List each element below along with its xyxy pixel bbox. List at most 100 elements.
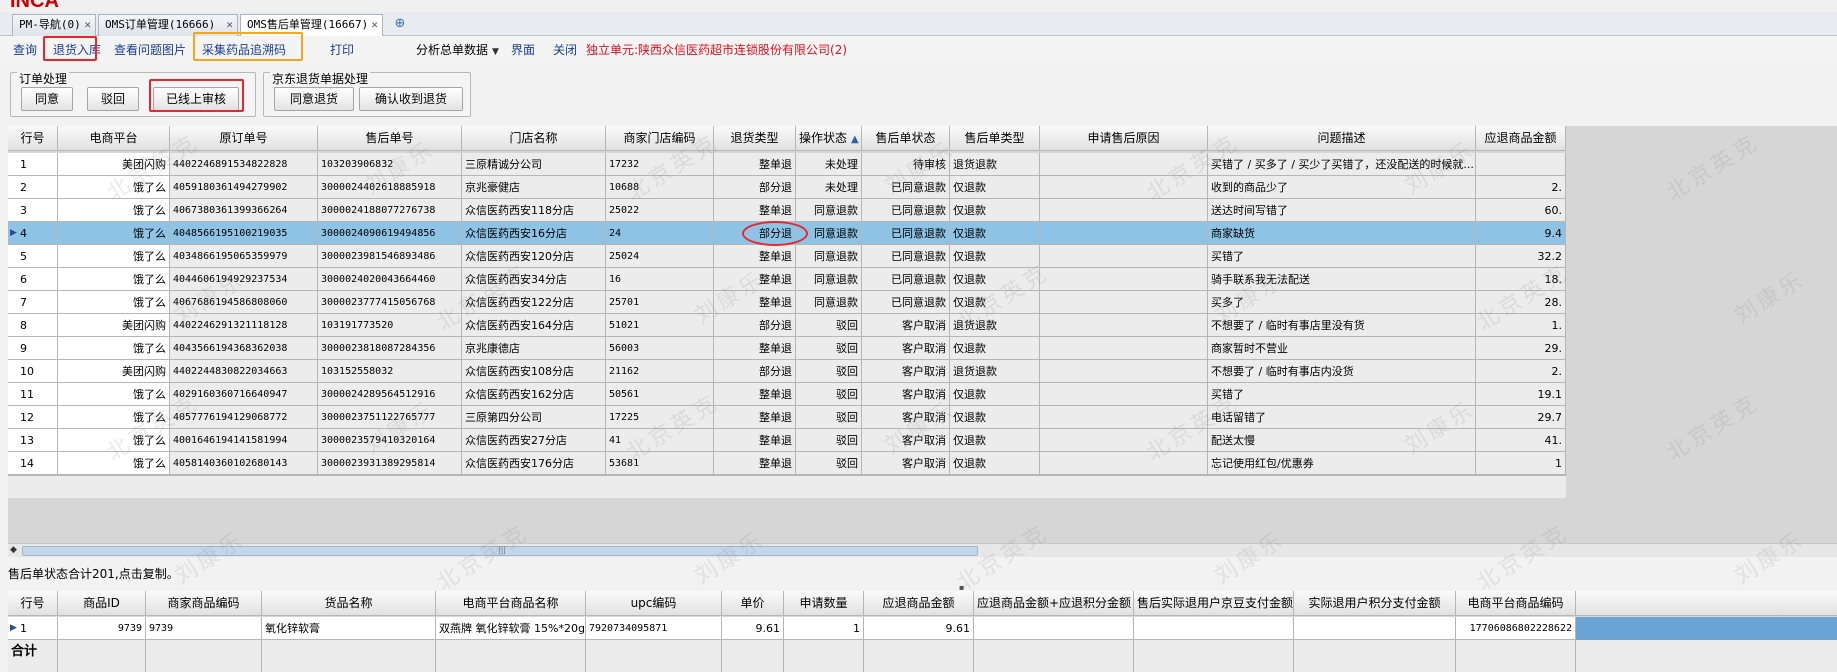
table-cell: 驳回 — [796, 337, 862, 360]
agree-button[interactable]: 同意 — [21, 87, 73, 111]
table-cell: 饿了么 — [58, 245, 170, 268]
column-header[interactable]: 售后实际退用户京豆支付金额 — [1134, 591, 1294, 616]
column-header[interactable]: 应退商品金额 — [864, 591, 974, 616]
column-header[interactable]: 电商平台商品名称 — [436, 591, 586, 616]
table-cell: 3000023981546893486 — [318, 245, 462, 268]
table-cell: 5 — [8, 245, 58, 268]
table-cell: 饿了么 — [58, 406, 170, 429]
print-button[interactable]: 打印 — [330, 41, 354, 59]
column-header[interactable]: 行号 — [8, 591, 58, 616]
table-row[interactable]: 14 饿了么 4058140360102680143 3000023931389295… — [8, 452, 1566, 475]
agree-return-button[interactable]: 同意退货 — [274, 87, 354, 111]
table-cell: 众信医药西安118分店 — [462, 199, 606, 222]
table-row[interactable]: 11 饿了么 4029160360716640947 3000024289564512… — [8, 383, 1566, 406]
column-header[interactable]: 实际退用户积分支付金额 — [1294, 591, 1456, 616]
column-header[interactable]: 货品名称 — [262, 591, 436, 616]
table-cell: 28. — [1476, 291, 1566, 314]
table-row[interactable]: 8 美团闪购 4402246291321118128 103191773520 众信医药… — [8, 314, 1566, 337]
summary-copy-link[interactable]: 售后单状态合计201,点击复制。 — [8, 565, 179, 583]
column-header[interactable]: 退货类型 — [714, 126, 796, 151]
table-cell: 29. — [1476, 337, 1566, 360]
table-cell: 饿了么 — [58, 222, 170, 245]
column-header[interactable]: 售后单号 — [318, 126, 462, 151]
table-row[interactable]: 1 美团闪购 4402246891534822828 103203906832 三原精诚… — [8, 153, 1566, 176]
column-header[interactable]: 商家门店编码 — [606, 126, 714, 151]
column-header[interactable]: 门店名称 — [462, 126, 606, 151]
table-cell — [1476, 153, 1566, 176]
column-header[interactable]: 问题描述 — [1208, 126, 1476, 151]
column-header[interactable]: 应退商品金额 — [1476, 126, 1566, 151]
table-cell: 1 — [1476, 452, 1566, 475]
column-header[interactable]: 申请售后原因 — [1040, 126, 1208, 151]
highlight-box — [193, 32, 303, 61]
view-images-button[interactable]: 查看问题图片 — [114, 41, 186, 59]
confirm-receive-button[interactable]: 确认收到退货 — [359, 87, 463, 111]
total-cell — [586, 640, 722, 672]
table-cell: 25022 — [606, 199, 714, 222]
column-header[interactable]: 售后单状态 — [862, 126, 950, 151]
table-cell: 三原第四分公司 — [462, 406, 606, 429]
table-cell: 3000024289564512916 — [318, 383, 462, 406]
tab-pm-nav[interactable]: PM-导航(0) ✕ — [12, 14, 96, 36]
table-cell: 16 — [606, 268, 714, 291]
table-cell: 7920734095871 — [586, 617, 722, 640]
table-cell: 仅退款 — [950, 406, 1040, 429]
interface-button[interactable]: 界面 — [511, 41, 535, 59]
sort-asc-icon[interactable]: ▲ — [851, 134, 859, 145]
current-row-indicator-icon: ▶ — [10, 623, 17, 633]
close-icon[interactable]: ✕ — [371, 15, 378, 35]
table-cell: 3 — [8, 199, 58, 222]
column-header[interactable]: 售后单类型 — [950, 126, 1040, 151]
reject-button[interactable]: 驳回 — [87, 87, 139, 111]
column-header[interactable]: 原订单号 — [170, 126, 318, 151]
table-cell — [1040, 429, 1208, 452]
table-row[interactable]: 5 饿了么 4034866195065359979 30000239815468934… — [8, 245, 1566, 268]
table-row[interactable]: 1 9739 9739 氧化锌软膏 双燕牌 氧化锌软膏 15%*20g/瓶 7920734… — [8, 617, 1837, 640]
table-cell — [1040, 291, 1208, 314]
column-header[interactable]: 电商平台商品编码 — [1456, 591, 1576, 616]
column-header[interactable]: 商家商品编码 — [146, 591, 262, 616]
table-cell: 3000023751122765777 — [318, 406, 462, 429]
table-cell: 6 — [8, 268, 58, 291]
table-cell: 骑手联系我无法配送 — [1208, 268, 1476, 291]
horizontal-scrollbar[interactable]: ◆ ||| — [8, 543, 1837, 557]
table-cell: 仅退款 — [950, 199, 1040, 222]
table-row[interactable]: 6 饿了么 4044606194929237534 30000240200436644… — [8, 268, 1566, 291]
table-cell: 3000023777415056768 — [318, 291, 462, 314]
query-button[interactable]: 查询 — [13, 41, 37, 59]
table-cell: 已同意退款 — [862, 222, 950, 245]
scroll-left-icon[interactable]: ◆ — [10, 544, 17, 557]
partial-row — [8, 475, 1566, 498]
column-header[interactable]: 行号 — [8, 126, 58, 151]
table-cell — [1040, 337, 1208, 360]
table-row[interactable]: 2 饿了么 4059180361494279902 30000244026188859… — [8, 176, 1566, 199]
column-header[interactable]: 操作状态 ▲ — [796, 126, 862, 151]
table-cell — [1040, 360, 1208, 383]
table-cell — [1040, 383, 1208, 406]
table-row[interactable]: 13 饿了么 4001646194141581994 3000023579410320… — [8, 429, 1566, 452]
column-header[interactable]: upc编码 — [586, 591, 722, 616]
table-cell: 众信医药西安164分店 — [462, 314, 606, 337]
table-cell — [1294, 617, 1456, 640]
table-row[interactable]: 12 饿了么 4057776194129068772 3000023751122765… — [8, 406, 1566, 429]
table-cell: 4402246891534822828 — [170, 153, 318, 176]
column-header[interactable]: 单价 — [722, 591, 784, 616]
close-button[interactable]: 关闭 — [553, 41, 577, 59]
table-row[interactable]: 9 饿了么 4043566194368362038 30000238180872843… — [8, 337, 1566, 360]
table-cell — [1040, 176, 1208, 199]
table-cell: 饿了么 — [58, 429, 170, 452]
plus-circle-icon[interactable]: ⊕ — [392, 16, 408, 32]
column-header[interactable]: 申请数量 — [784, 591, 864, 616]
column-header[interactable]: 商品ID — [58, 591, 146, 616]
column-header[interactable]: 电商平台 — [58, 126, 170, 151]
table-cell: 众信医药西安162分店 — [462, 383, 606, 406]
analysis-dropdown[interactable]: 分析总单数据 ▼ — [416, 41, 499, 59]
jd-return-group: 京东退货单据处理 同意退货 确认收到退货 — [263, 72, 471, 117]
table-cell: 部分退 — [714, 314, 796, 337]
column-header[interactable]: 应退商品金额+应退积分金额 — [974, 591, 1134, 616]
table-row[interactable]: 3 饿了么 4067380361399366264 30000241880772767… — [8, 199, 1566, 222]
table-row[interactable]: 10 美团闪购 4402244830822034663 103152558032 众信医… — [8, 360, 1566, 383]
close-icon[interactable]: ✕ — [84, 15, 91, 35]
table-row[interactable]: 7 饿了么 4067686194586808060 30000237774150567… — [8, 291, 1566, 314]
table-cell: 已同意退款 — [862, 176, 950, 199]
